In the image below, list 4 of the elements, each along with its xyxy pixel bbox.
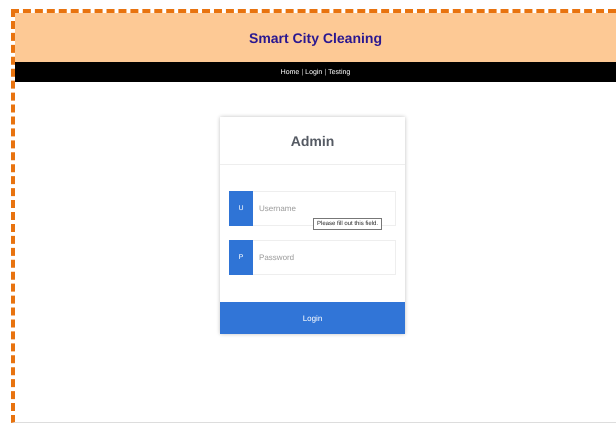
login-button[interactable]: Login <box>220 302 405 334</box>
password-field[interactable]: Password <box>253 240 396 275</box>
site-title: Smart City Cleaning <box>248 30 382 46</box>
card-title: Admin <box>290 132 334 148</box>
